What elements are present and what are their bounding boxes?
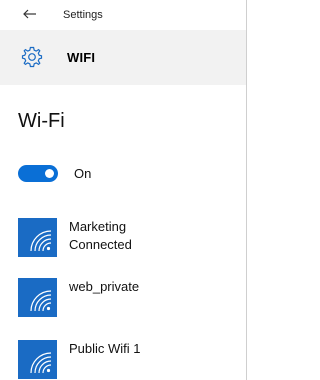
network-name: web_private [69,279,140,294]
wifi-signal-icon [18,278,57,317]
back-button[interactable] [20,5,40,23]
page-header: WIFI [0,30,246,85]
wifi-signal-icon [18,218,57,257]
network-item-public-wifi-1[interactable]: Public Wifi 1 [18,340,238,380]
gear-icon [21,46,43,68]
page-title: Wi-Fi [18,110,65,132]
wifi-toggle[interactable] [18,164,58,182]
title-bar: Settings [0,0,246,30]
wifi-signal-icon [18,340,57,379]
toggle-state-label: On [74,165,92,181]
network-item-web-private[interactable]: web_private [18,278,238,318]
network-name: Public Wifi 1 [69,341,141,356]
window-title: Settings [63,9,103,21]
network-item-marketing[interactable]: Marketing Connected [18,218,238,258]
network-name: Marketing [69,219,127,234]
toggle-knob [45,168,54,178]
settings-window: Settings WIFI Wi-Fi On Marketing Connect… [0,0,247,380]
network-status: Connected [69,237,132,252]
header-title: WIFI [67,50,96,65]
wifi-toggle-row: On [18,164,91,182]
back-arrow-icon [23,9,36,19]
